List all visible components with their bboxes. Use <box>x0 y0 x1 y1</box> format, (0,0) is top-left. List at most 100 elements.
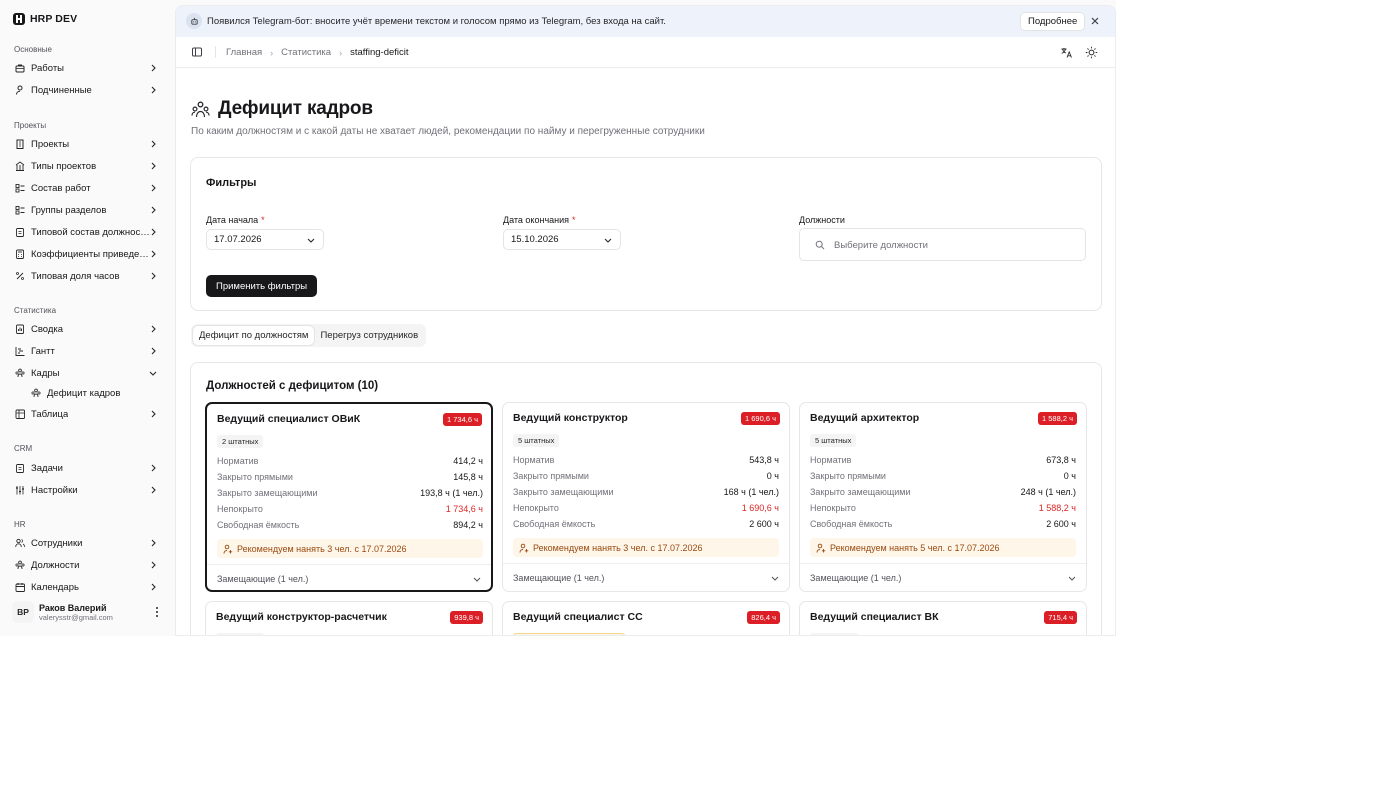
stat-row: Закрыто прямыми 0 ч <box>810 471 1076 483</box>
sidebar-item-label: Типы проектов <box>31 160 97 172</box>
apply-filters-button[interactable]: Применить фильтры <box>206 275 318 297</box>
stat-label: Свободная ёмкость <box>810 519 893 529</box>
stat-label: Закрыто замещающими <box>810 487 911 497</box>
tab-deficit-by-position[interactable]: Дефицит по должностям <box>193 326 315 345</box>
close-icon[interactable] <box>1089 15 1101 27</box>
positions-multiselect[interactable]: Выберите должности <box>799 228 1086 261</box>
sidebar-item-employees[interactable]: Сотрудники <box>8 534 164 552</box>
tab-employee-overload[interactable]: Перегруз сотрудников <box>314 326 424 345</box>
sidebar-item-staffing-deficit[interactable]: Дефицит кадров <box>24 384 164 402</box>
banner-more-button[interactable]: Подробнее <box>1020 12 1086 31</box>
summary-icon <box>15 324 25 334</box>
required-mark: * <box>572 215 576 225</box>
user-plus-icon <box>816 543 826 553</box>
chevron-down-icon <box>771 576 779 581</box>
position-card[interactable]: Ведущий специалист ОВиК 1 734,6 ч 2 штат… <box>205 402 493 592</box>
banner-text: Появился Telegram-бот: вносите учёт врем… <box>207 16 666 27</box>
sidebar-item-project-types[interactable]: Типы проектов <box>8 157 164 175</box>
sliders-icon <box>15 485 25 495</box>
staff-count-badge: 5 штатных <box>810 434 857 447</box>
sidebar-item-calendar[interactable]: Календарь <box>8 578 164 596</box>
divider <box>215 46 216 58</box>
stat-value: 1 690,6 ч <box>741 503 779 513</box>
stat-row: Норматив 414,2 ч <box>217 456 483 468</box>
sidebar-item-projects[interactable]: Проекты <box>8 135 164 153</box>
end-date-select[interactable]: 15.10.2026 <box>503 229 621 250</box>
deficit-section: Должностей с дефицитом (10) Ведущий спец… <box>190 362 1102 635</box>
chevron-right-icon <box>151 561 156 569</box>
building-icon <box>15 139 25 149</box>
position-title: Ведущий архитектор <box>810 412 920 424</box>
position-card[interactable]: Ведущий специалист ВК 715,4 ч <box>799 601 1087 635</box>
telegram-banner: Появился Telegram-бот: вносите учёт врем… <box>176 6 1115 37</box>
sidebar-item-gantt[interactable]: Гантт <box>8 342 164 360</box>
users-icon <box>15 538 25 548</box>
sidebar-item-table[interactable]: Таблица <box>8 405 164 423</box>
stat-value: 145,8 ч <box>453 472 483 482</box>
percent-icon <box>15 271 25 281</box>
sidebar-item-works[interactable]: Работы <box>8 59 164 77</box>
stat-row: Закрыто замещающими 248 ч (1 чел.) <box>810 487 1076 499</box>
staff-count-badge: 2 штатных <box>217 435 264 448</box>
stat-row: Закрыто прямыми 0 ч <box>513 471 779 483</box>
filters-card: Фильтры Дата начала * 17.07.2026 Дата око… <box>190 157 1102 311</box>
start-date-value: 17.07.2026 <box>214 234 262 245</box>
position-card[interactable]: Ведущий архитектор 1 588,2 ч 5 штатных Н… <box>799 402 1087 592</box>
sidebar-item-typical-positions[interactable]: Типовой состав должност… <box>8 223 164 241</box>
sidebar-toggle-icon[interactable] <box>191 46 203 58</box>
stat-row: Закрыто замещающими 168 ч (1 чел.) <box>513 487 779 499</box>
more-vertical-icon[interactable] <box>155 606 159 618</box>
brand[interactable]: HRP DEV <box>13 13 77 25</box>
staff-count-badge: 5 штатных <box>513 434 560 447</box>
breadcrumb-statistics[interactable]: Статистика <box>281 47 331 58</box>
user-info: Раков Валерий valerysstr@gmail.com <box>39 603 113 622</box>
stat-value: 168 ч (1 чел.) <box>723 487 779 497</box>
sidebar-item-hours-share[interactable]: Типовая доля часов <box>8 267 164 285</box>
sidebar-item-positions[interactable]: Должности <box>8 556 164 574</box>
sidebar-item-section-groups[interactable]: Группы разделов <box>8 201 164 219</box>
clipboard-icon <box>15 227 25 237</box>
stat-label: Непокрыто <box>513 503 559 513</box>
sidebar-item-staff[interactable]: Кадры <box>8 364 164 382</box>
required-mark: * <box>261 215 265 225</box>
deficit-badge: 715,4 ч <box>1044 611 1077 624</box>
position-card[interactable]: Ведущий конструктор-расчетчик 939,8 ч <box>205 601 493 635</box>
sidebar-item-subordinates[interactable]: Подчиненные <box>8 81 164 99</box>
position-card[interactable]: Ведущий конструктор 1 690,6 ч 5 штатных … <box>502 402 790 592</box>
stat-row: Непокрыто 1 588,2 ч <box>810 503 1076 515</box>
sidebar-item-label: Работы <box>31 62 64 74</box>
sidebar-item-work-composition[interactable]: Состав работ <box>8 179 164 197</box>
sidebar: HRP DEV Основные Работы Подчиненные Прое… <box>0 0 175 636</box>
translate-icon[interactable] <box>1060 46 1073 59</box>
recommendation-text: Рекомендуем нанять 3 чел. с 17.07.2026 <box>533 542 703 553</box>
sidebar-item-summary[interactable]: Сводка <box>8 320 164 338</box>
chevron-down-icon <box>307 238 315 243</box>
user-profile[interactable]: ВР Раков Валерий valerysstr@gmail.com <box>12 600 164 624</box>
sidebar-item-coefficients[interactable]: Коэффициенты приведени… <box>8 245 164 263</box>
chevron-right-icon <box>151 583 156 591</box>
substitutes-toggle[interactable]: Замещающие (1 чел.) <box>207 564 491 592</box>
sidebar-item-settings[interactable]: Настройки <box>8 481 164 499</box>
start-date-select[interactable]: 17.07.2026 <box>206 229 324 250</box>
end-date-label-text: Дата окончания <box>503 215 570 225</box>
sidebar-item-label: Сводка <box>31 323 64 335</box>
substitutes-toggle[interactable]: Замещающие (1 чел.) <box>503 563 789 591</box>
stat-row: Свободная ёмкость 894,2 ч <box>217 520 483 532</box>
sidebar-item-tasks[interactable]: Задачи <box>8 459 164 477</box>
sidebar-group-label: Проекты <box>14 121 47 130</box>
breadcrumb-home[interactable]: Главная <box>226 47 262 58</box>
clipboard-icon <box>15 463 25 473</box>
position-card[interactable]: Ведущий специалист СС 826,4 ч <box>502 601 790 635</box>
bot-icon <box>186 13 202 29</box>
search-icon <box>815 240 825 250</box>
page-subtitle: По каким должностям и с какой даты не хв… <box>191 126 705 137</box>
sun-icon[interactable] <box>1085 46 1098 59</box>
stat-label: Закрыто прямыми <box>217 472 293 482</box>
end-date-value: 15.10.2026 <box>511 234 559 245</box>
position-title: Ведущий специалист ВК <box>810 611 939 623</box>
sidebar-item-label: Задачи <box>31 462 63 474</box>
substitutes-toggle[interactable]: Замещающие (1 чел.) <box>800 563 1086 591</box>
view-tabs: Дефицит по должностям Перегруз сотрудник… <box>191 324 427 347</box>
start-date-label-text: Дата начала <box>206 215 259 225</box>
people-icon <box>15 368 25 378</box>
